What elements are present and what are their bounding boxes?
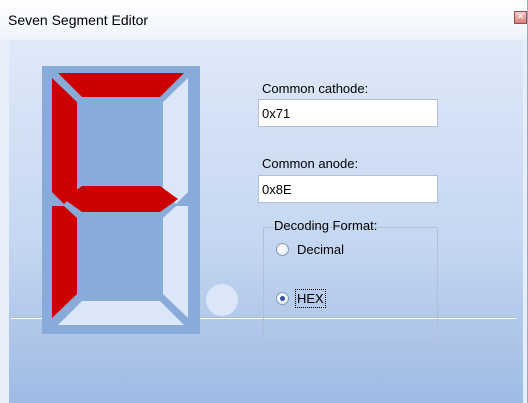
window-title: Seven Segment Editor [8,12,149,28]
seven-segment-editor-window: Seven Segment Editor × Common cathode: 0… [0,0,528,403]
common-cathode-label: Common cathode: [262,81,369,96]
common-anode-label: Common anode: [262,156,359,171]
common-anode-field[interactable]: 0x8E [258,175,438,203]
radio-selected-dot [280,296,285,301]
segment-g[interactable] [64,186,178,212]
decimal-radio[interactable] [276,243,289,256]
decoding-format-legend: Decoding Format: [274,218,378,233]
common-cathode-field[interactable]: 0x71 [258,99,438,127]
title-bar: Seven Segment Editor × [0,0,527,40]
close-icon[interactable]: × [514,11,527,24]
hex-radio-label[interactable]: HEX [295,289,326,308]
decimal-radio-label[interactable]: Decimal [297,242,344,257]
seven-segment-display [42,66,200,334]
decoding-format-group [263,227,438,343]
decimal-point-segment[interactable] [206,284,238,316]
hex-radio[interactable] [276,292,289,305]
